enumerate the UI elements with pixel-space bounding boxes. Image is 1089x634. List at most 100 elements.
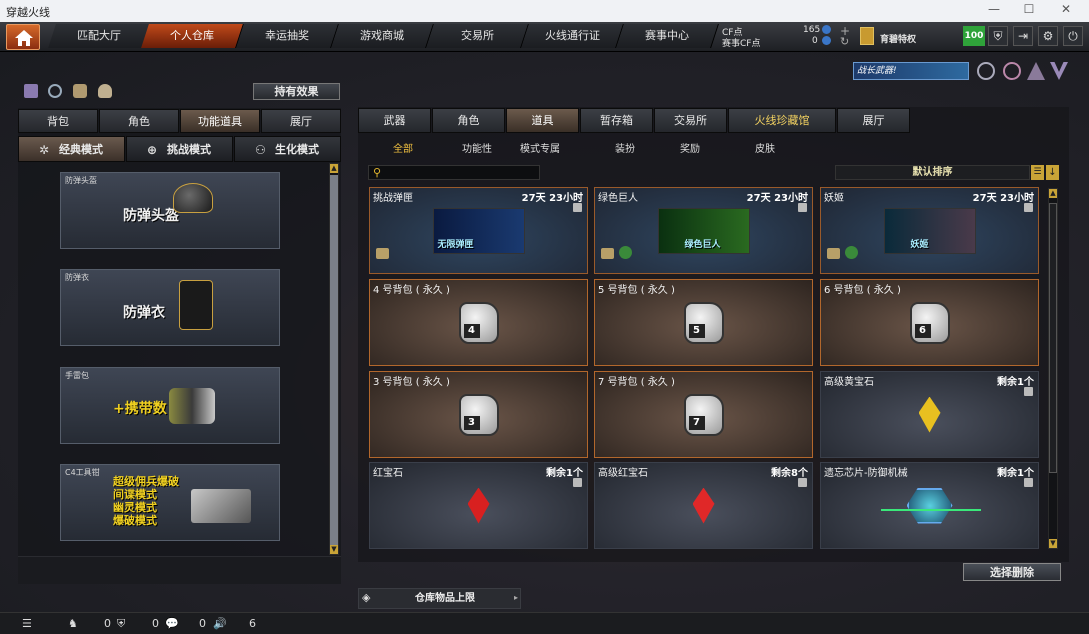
lock-icon[interactable] xyxy=(1024,387,1033,396)
item-art: 无限弹匣 xyxy=(432,207,525,254)
exit-room-icon[interactable]: ⇥ xyxy=(1013,26,1033,46)
nav-tab-1[interactable]: 个人仓库 xyxy=(141,24,244,48)
weapon-banner[interactable]: 战长武器! xyxy=(853,62,969,80)
right-tab-6[interactable]: 展厅 xyxy=(837,108,910,133)
list-view-icon[interactable]: ☰ xyxy=(1031,165,1044,180)
shield-icon[interactable]: ⛨ xyxy=(988,26,1008,46)
mode-label: 生化模式 xyxy=(275,143,319,156)
equipment-slot-2[interactable]: 手雷包 +携带数 xyxy=(60,367,280,444)
sub-tab-4[interactable]: 奖励 xyxy=(655,140,725,155)
item-card[interactable]: 挑战弹匣 27天 23小时 无限弹匣 xyxy=(369,187,588,274)
status-bar: ☰ ♞ 0 ⛨ 0 💬 0 🔊 6 xyxy=(0,612,1089,634)
scroll-down-icon[interactable]: ▼ xyxy=(330,545,338,554)
item-card[interactable]: 妖姬 27天 23小时 妖姬 xyxy=(820,187,1039,274)
lock-icon[interactable] xyxy=(1024,478,1033,487)
left-tab-0[interactable]: 背包 xyxy=(18,109,98,133)
item-card[interactable]: 6 号背包 ( 永久 ) 6 xyxy=(820,279,1039,366)
pulse-line xyxy=(881,509,981,511)
right-tab-5[interactable]: 火线珍藏馆 xyxy=(728,108,836,133)
scroll-up-icon[interactable]: ▲ xyxy=(330,164,338,173)
mode-button-0[interactable]: ✲ 经典模式 xyxy=(18,136,125,162)
refresh-icon[interactable]: ↻ xyxy=(840,35,849,48)
right-tab-4[interactable]: 交易所 xyxy=(654,108,727,133)
item-card[interactable]: 绿色巨人 27天 23小时 绿色巨人 xyxy=(594,187,813,274)
slot-title: +携带数 xyxy=(113,401,167,417)
select-delete-button[interactable]: 选择删除 xyxy=(963,563,1061,581)
right-tab-1[interactable]: 角色 xyxy=(432,108,505,133)
shield-status-icon[interactable]: ⛨ xyxy=(117,617,125,631)
right-tab-0[interactable]: 武器 xyxy=(358,108,431,133)
close-icon[interactable]: ✕ xyxy=(1052,2,1080,20)
items-scroll-thumb[interactable] xyxy=(1049,203,1057,473)
lock-icon[interactable] xyxy=(798,478,807,487)
sub-tab-1[interactable]: 功能性 xyxy=(442,140,512,155)
lock-icon[interactable] xyxy=(573,203,582,212)
sort-order-icon[interactable]: ↓ xyxy=(1046,165,1059,180)
item-card[interactable]: 高级黄宝石 剩余1个 xyxy=(820,371,1039,458)
items-scrollbar[interactable]: ▲ ▼ xyxy=(1048,188,1058,549)
mode-button-2[interactable]: ⚇ 生化模式 xyxy=(234,136,341,162)
character-icon[interactable] xyxy=(73,84,87,98)
power-icon[interactable]: ⏻ xyxy=(1063,26,1083,46)
right-tab-3[interactable]: 暂存箱 xyxy=(580,108,653,133)
group-icon[interactable]: ♞ xyxy=(68,617,78,630)
bag-icon[interactable] xyxy=(98,84,112,98)
sub-tab-0[interactable]: 全部 xyxy=(368,140,438,155)
mode-button-1[interactable]: ⊕ 挑战模式 xyxy=(126,136,233,162)
equipment-slot-3[interactable]: C4工具钳 超级佣兵爆破 间谍模式 幽灵模式 爆破模式 xyxy=(60,464,280,541)
badge-shield-icon[interactable] xyxy=(977,62,995,80)
menu-list-icon[interactable]: ☰ xyxy=(22,617,32,630)
left-tab-1[interactable]: 角色 xyxy=(99,109,179,133)
items-scroll-up-icon[interactable]: ▲ xyxy=(1049,189,1057,198)
nav-tab-5[interactable]: 火线通行证 xyxy=(521,24,624,48)
home-icon xyxy=(15,30,33,46)
minimize-icon[interactable]: — xyxy=(980,2,1008,20)
target-icon[interactable] xyxy=(1003,62,1021,80)
sub-tab-3[interactable]: 装扮 xyxy=(590,140,660,155)
left-scrollbar[interactable]: ▲ ▼ xyxy=(329,163,339,555)
items-scroll-down-icon[interactable]: ▼ xyxy=(1049,539,1057,548)
effect-button[interactable]: 持有效果 xyxy=(253,83,340,100)
nav-tab-2[interactable]: 幸运抽奖 xyxy=(236,24,339,48)
sub-tab-5[interactable]: 皮肤 xyxy=(730,140,800,155)
left-tab-2[interactable]: 功能道具 xyxy=(180,109,260,133)
nav-tab-0[interactable]: 匹配大厅 xyxy=(48,24,151,48)
rank-icon[interactable] xyxy=(24,84,38,98)
item-card[interactable]: 5 号背包 ( 永久 ) 5 xyxy=(594,279,813,366)
equipment-slot-1[interactable]: 防弹衣 防弹衣 xyxy=(60,269,280,346)
expand-arrow-icon: ▸ xyxy=(513,593,518,602)
item-remaining: 27天 23小时 xyxy=(972,193,1034,204)
item-name: 3 号背包 ( 永久 ) xyxy=(373,377,450,388)
settings-gear-icon[interactable]: ⚙ xyxy=(1038,26,1058,46)
chat-icon[interactable]: 💬 xyxy=(165,617,179,630)
right-tab-2[interactable]: 道具 xyxy=(506,108,579,133)
lock-icon[interactable] xyxy=(1024,203,1033,212)
speaker-icon[interactable]: 🔊 xyxy=(213,617,227,630)
item-card[interactable]: 3 号背包 ( 永久 ) 3 xyxy=(369,371,588,458)
c4-mode-list: 超级佣兵爆破 间谍模式 幽灵模式 爆破模式 xyxy=(113,475,179,527)
lock-icon[interactable] xyxy=(798,203,807,212)
item-card[interactable]: 红宝石 剩余1个 xyxy=(369,462,588,549)
privilege-label[interactable]: 育碧特权 xyxy=(880,32,916,45)
home-button[interactable] xyxy=(6,24,40,50)
nav-tab-4[interactable]: 交易所 xyxy=(426,24,529,48)
item-card[interactable]: 遗忘芯片-防御机械 剩余1个 xyxy=(820,462,1039,549)
item-art-label: 无限弹匣 xyxy=(437,239,474,250)
storage-limit-bar[interactable]: ◈ 仓库物品上限 ▸ xyxy=(358,588,521,609)
nav-tab-6[interactable]: 赛事中心 xyxy=(616,24,719,48)
scroll-thumb[interactable] xyxy=(330,175,338,545)
cycle-icon[interactable] xyxy=(48,84,62,98)
backpack-number: 5 xyxy=(688,323,705,338)
equipment-slot-0[interactable]: 防弹头盔 防弹头盔 xyxy=(60,172,280,249)
maximize-icon[interactable]: ☐ xyxy=(1015,2,1043,20)
sub-tab-2[interactable]: 模式专属 xyxy=(505,140,575,155)
lock-icon[interactable] xyxy=(573,478,582,487)
item-card[interactable]: 7 号背包 ( 永久 ) 7 xyxy=(594,371,813,458)
search-input[interactable]: ⚲ xyxy=(368,165,540,180)
left-tab-3[interactable]: 展厅 xyxy=(261,109,341,133)
nav-tab-3[interactable]: 游戏商城 xyxy=(331,24,434,48)
status-a: 0 xyxy=(104,617,111,630)
sort-dropdown[interactable]: 默认排序 xyxy=(835,165,1030,180)
item-card[interactable]: 4 号背包 ( 永久 ) 4 xyxy=(369,279,588,366)
item-card[interactable]: 高级红宝石 剩余8个 xyxy=(594,462,813,549)
